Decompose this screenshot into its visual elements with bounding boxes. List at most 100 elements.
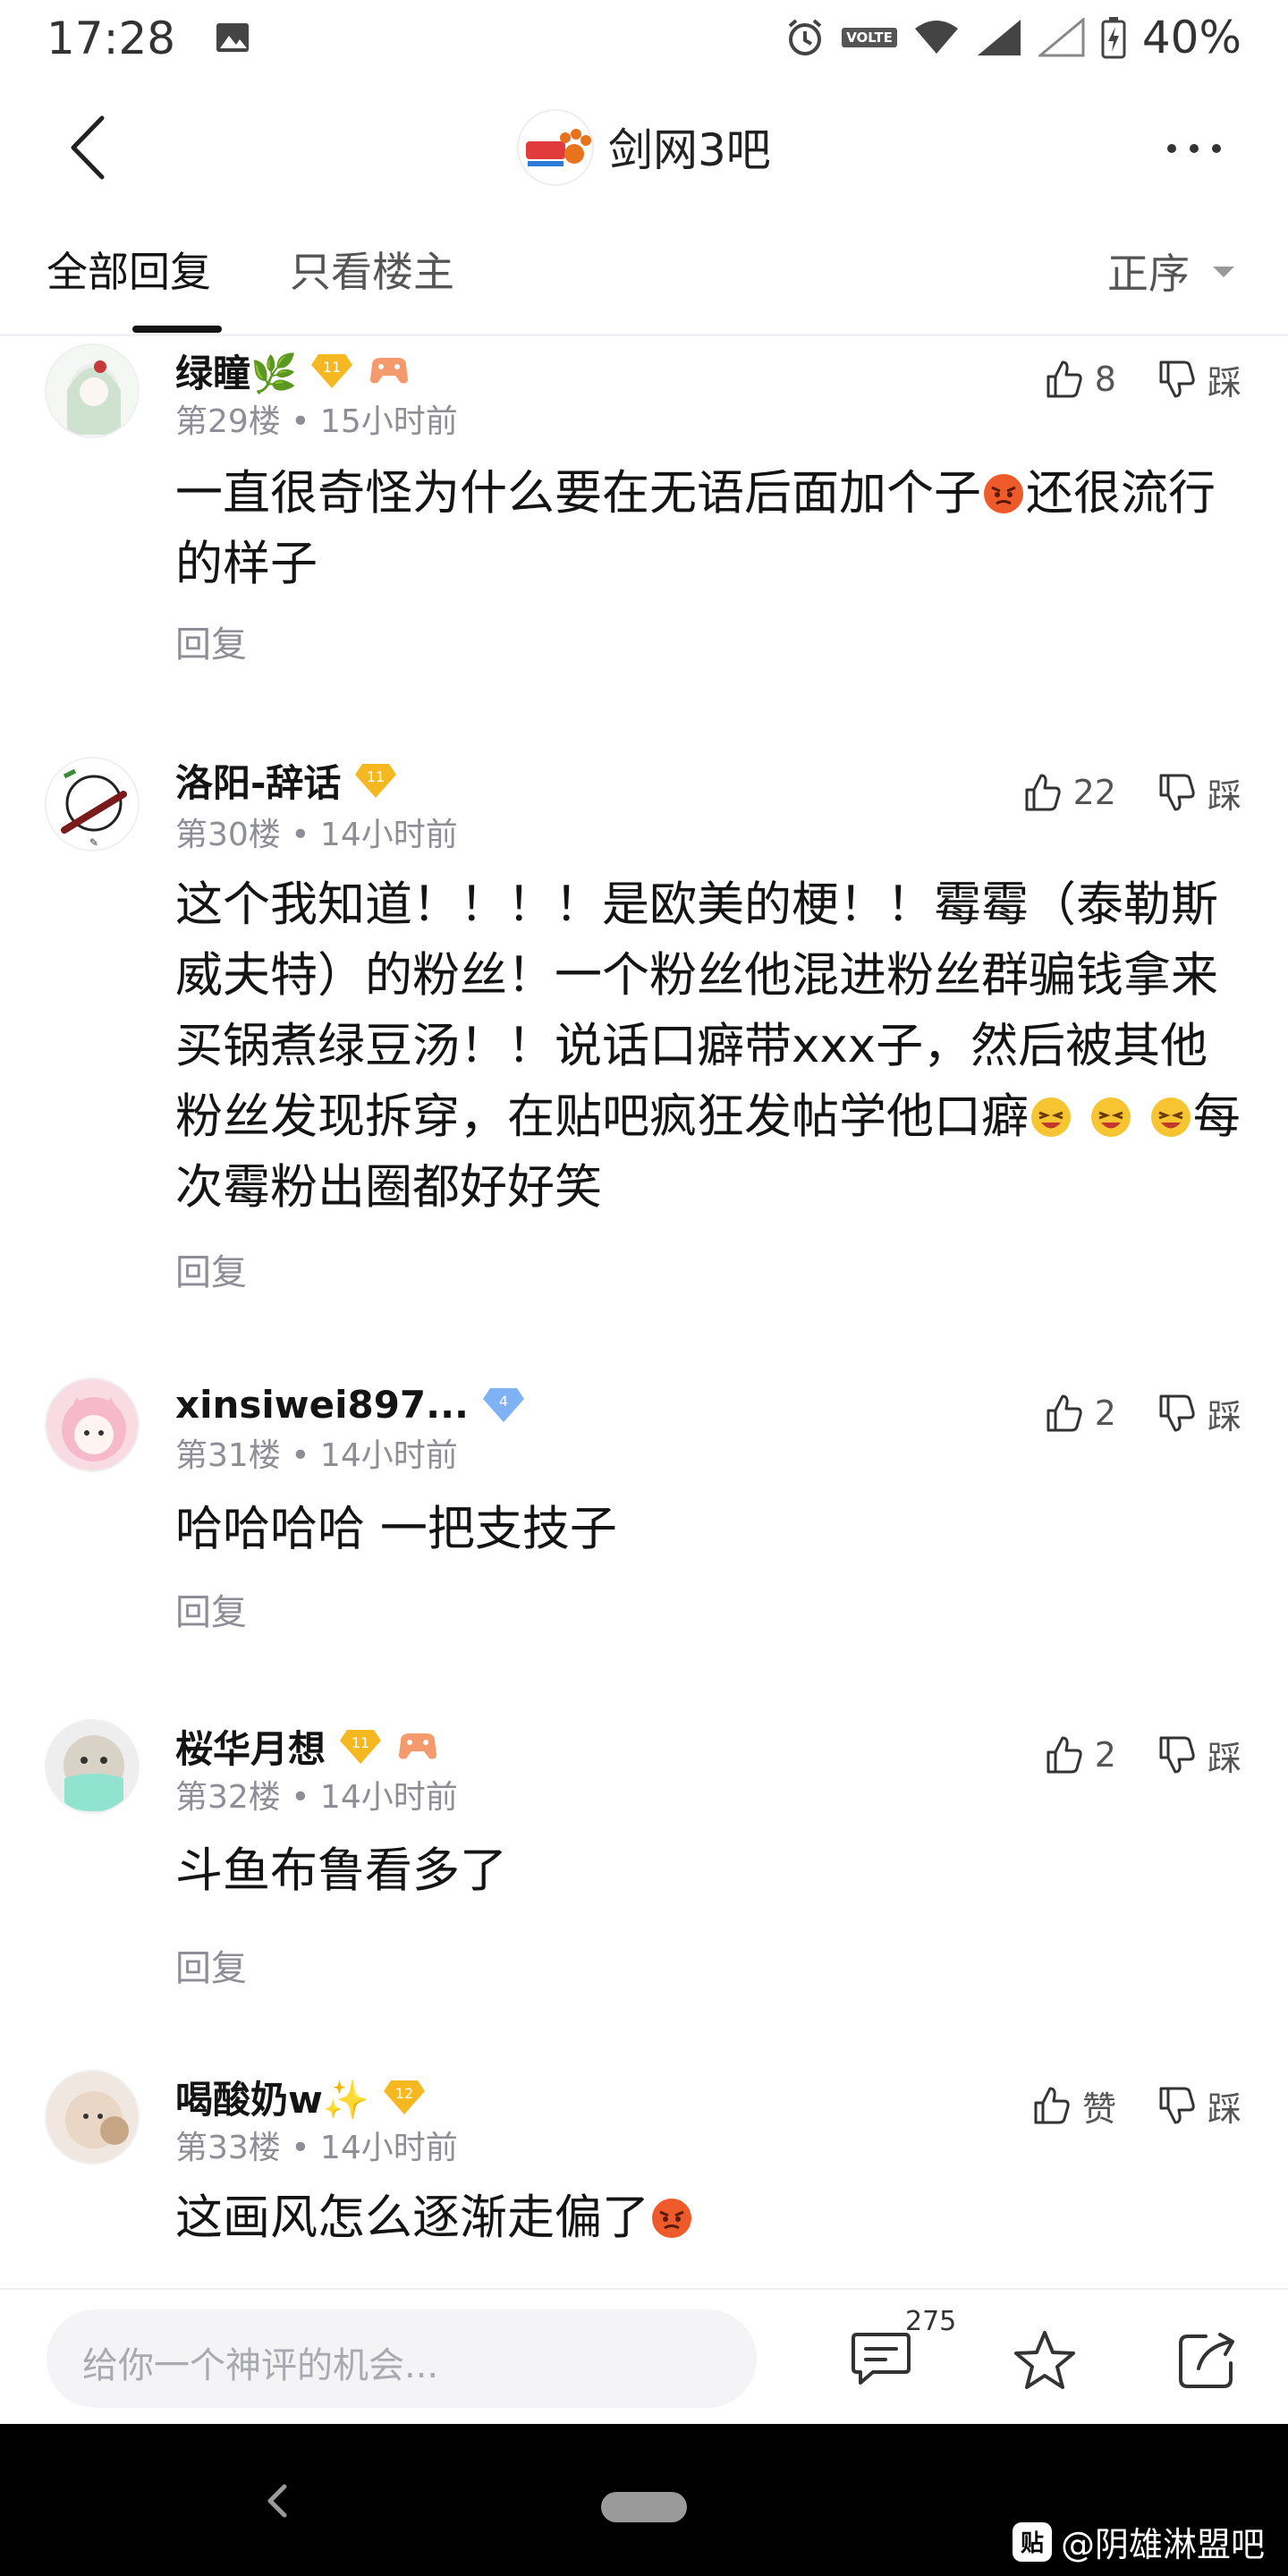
- dislike-button[interactable]: 踩: [1156, 1389, 1241, 1438]
- avatar[interactable]: [45, 2070, 140, 2165]
- angry-emoji-icon: [652, 2199, 691, 2238]
- sort-dropdown-icon[interactable]: [1211, 265, 1236, 279]
- comment-count: 275: [905, 2306, 957, 2337]
- avatar-image: [62, 1397, 126, 1462]
- status-time: 17:28: [47, 13, 176, 64]
- sort-order[interactable]: 正序: [1107, 242, 1190, 301]
- content-text: 这画风怎么逐渐走偏了: [175, 2190, 649, 2245]
- thumbs-up-icon: [1046, 1394, 1082, 1432]
- post-content: 斗鱼布鲁看多了: [175, 1843, 507, 1898]
- comment-placeholder: 给你一个神评的机会...: [82, 2345, 439, 2386]
- reply-link[interactable]: 回复: [175, 1939, 247, 1991]
- like-count: 2: [1094, 1735, 1116, 1775]
- forum-title[interactable]: 剑网3吧: [608, 114, 771, 179]
- svg-text:12: 12: [395, 2085, 413, 2102]
- username[interactable]: 喝酸奶w✨: [175, 2070, 369, 2124]
- status-icons: VOLTE 40%: [784, 11, 1241, 64]
- back-arrow-icon[interactable]: [63, 113, 116, 182]
- svg-text:11: 11: [367, 768, 385, 785]
- dislike-label: 踩: [1207, 775, 1241, 816]
- comment-input[interactable]: 给你一个神评的机会...: [47, 2309, 757, 2408]
- laughing-emoji-icon: [1090, 1097, 1131, 1137]
- username-row: xinsiwei897... 4: [175, 1379, 526, 1429]
- level-badge-icon: 11: [311, 354, 353, 388]
- thumbs-up-icon: [1046, 1736, 1082, 1774]
- post-actions: 22 踩: [1021, 766, 1241, 819]
- reply-link[interactable]: 回复: [175, 1583, 247, 1635]
- thumbs-down-icon: [1159, 774, 1195, 811]
- like-button[interactable]: 22: [1021, 772, 1116, 813]
- thumbs-down-icon: [1159, 2087, 1195, 2124]
- star-favorite-icon[interactable]: [1013, 2329, 1077, 2392]
- dislike-label: 踩: [1207, 1396, 1241, 1436]
- svg-text:✎: ✎: [89, 836, 98, 849]
- avatar[interactable]: ✎: [45, 757, 140, 852]
- svg-text:11: 11: [352, 1734, 369, 1751]
- username[interactable]: 桜华月想: [175, 1719, 326, 1774]
- svg-text:11: 11: [323, 359, 341, 376]
- username-row: 喝酸奶w✨ 12: [175, 2072, 427, 2122]
- volte-badge: VOLTE: [842, 28, 897, 47]
- tab-owner-only[interactable]: 只看楼主: [290, 240, 454, 299]
- thumbs-down-icon: [1159, 360, 1195, 398]
- like-count: 22: [1072, 773, 1116, 812]
- signal-icon: [977, 20, 1021, 55]
- like-button[interactable]: 8: [1043, 359, 1116, 400]
- system-back-icon[interactable]: [263, 2481, 290, 2521]
- avatar-image: [65, 2091, 129, 2148]
- like-button[interactable]: 2: [1043, 1393, 1116, 1434]
- dislike-label: 踩: [1207, 362, 1241, 402]
- level-badge-icon: 11: [340, 1730, 382, 1764]
- like-count: 8: [1094, 360, 1116, 399]
- header: 剑网3吧: [0, 77, 1288, 211]
- tab-indicator: [132, 326, 222, 333]
- battery-percent: 40%: [1141, 12, 1241, 64]
- comment-icon[interactable]: [850, 2329, 912, 2386]
- avatar[interactable]: [45, 1377, 140, 1472]
- reply-link[interactable]: 回复: [175, 1243, 247, 1295]
- like-button[interactable]: 2: [1043, 1734, 1116, 1775]
- dislike-button[interactable]: 踩: [1156, 768, 1241, 818]
- post-floor-29: 绿瞳🌿 11 第29楼 • 15小时前 8 踩 一直很奇怪为什么要在无语后面加个…: [0, 340, 1288, 733]
- thumbs-up-icon: [1034, 2087, 1070, 2124]
- laughing-emoji-icon: [1150, 1097, 1191, 1137]
- level-badge-icon: 11: [355, 764, 397, 798]
- post-floor-33: 喝酸奶w✨ 12 第33楼 • 14小时前 赞 踩 这画风怎么逐渐走偏了: [0, 2066, 1288, 2288]
- username[interactable]: 绿瞳🌿: [175, 343, 297, 398]
- post-actions: 2 踩: [1043, 1728, 1241, 1782]
- svg-text:4: 4: [499, 1393, 508, 1410]
- content-text: 一直很奇怪为什么要在无语后面加个子: [175, 466, 981, 521]
- username-row: 洛阳-辞话 11: [175, 755, 398, 805]
- like-count: 2: [1094, 1394, 1116, 1433]
- post-actions: 2 踩: [1043, 1386, 1241, 1440]
- thumbs-down-icon: [1159, 1394, 1195, 1432]
- share-icon[interactable]: [1175, 2329, 1238, 2392]
- floor-time: 第29楼 • 15小时前: [175, 403, 458, 440]
- username[interactable]: 洛阳-辞话: [175, 753, 341, 808]
- laughing-emoji-icon: [1031, 1097, 1071, 1137]
- more-options-icon[interactable]: [1163, 131, 1225, 166]
- username-row: 桜华月想 11: [175, 1721, 440, 1771]
- floor-time: 第33楼 • 14小时前: [175, 2130, 458, 2166]
- forum-logo[interactable]: [517, 109, 594, 186]
- username[interactable]: xinsiwei897...: [175, 1383, 469, 1427]
- system-home-pill[interactable]: [601, 2492, 687, 2522]
- tab-all-replies[interactable]: 全部回复: [47, 240, 211, 299]
- status-bar: 17:28 VOLTE 40%: [0, 0, 1288, 77]
- thumbs-up-icon: [1025, 774, 1061, 811]
- floor-time: 第31楼 • 14小时前: [175, 1437, 458, 1474]
- reply-link[interactable]: 回复: [175, 615, 247, 667]
- like-button[interactable]: 赞: [1030, 2081, 1116, 2131]
- avatar-image: [64, 1735, 124, 1811]
- game-badge-icon: [399, 1733, 437, 1759]
- post-actions: 8 踩: [1043, 352, 1241, 406]
- reply-tabs: 全部回复 只看楼主 正序: [0, 211, 1288, 336]
- dislike-button[interactable]: 踩: [1156, 2081, 1241, 2131]
- dislike-button[interactable]: 踩: [1156, 355, 1241, 404]
- avatar[interactable]: [45, 343, 140, 438]
- level-badge-icon: 4: [483, 1388, 525, 1422]
- dislike-button[interactable]: 踩: [1156, 1731, 1241, 1780]
- avatar[interactable]: [45, 1719, 140, 1814]
- signal-empty-icon: [1038, 18, 1085, 57]
- paw-logo-icon: [526, 129, 591, 166]
